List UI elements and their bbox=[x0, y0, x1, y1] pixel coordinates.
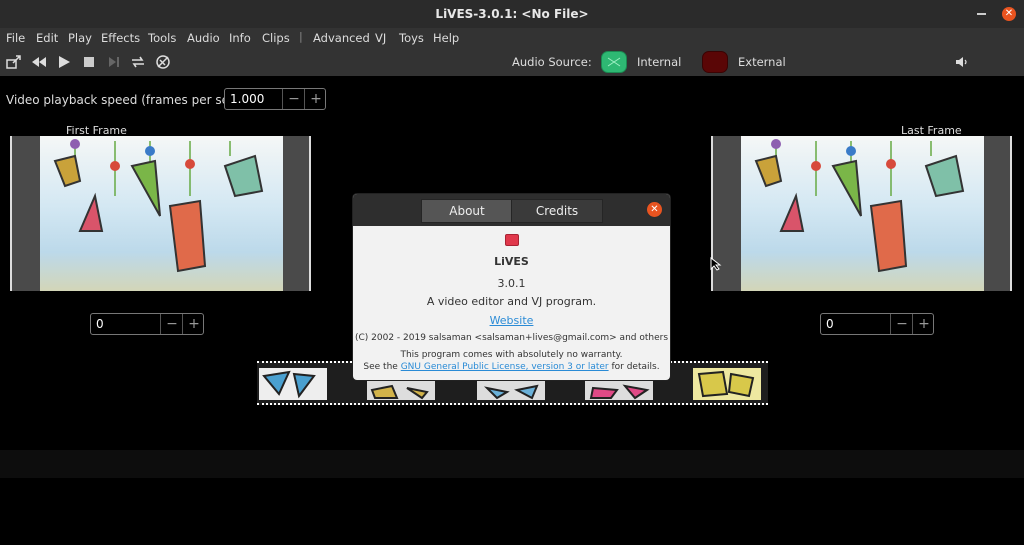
playback-speed-spinner[interactable]: 1.000 − + bbox=[224, 88, 326, 110]
last-frame-image bbox=[741, 136, 984, 291]
app-version: 3.0.1 bbox=[497, 277, 526, 290]
mute-effect-icon[interactable] bbox=[155, 54, 171, 70]
toolbar: Audio Source: Internal External bbox=[0, 48, 1024, 76]
menu-file[interactable]: File bbox=[6, 31, 25, 45]
window-title: LiVES-3.0.1: <No File> bbox=[435, 7, 589, 21]
first-frame-value[interactable]: 0 bbox=[96, 317, 104, 331]
status-area bbox=[0, 450, 1024, 478]
warranty-text: This program comes with absolutely no wa… bbox=[400, 350, 623, 360]
stop-icon[interactable] bbox=[81, 54, 97, 70]
menu-tools[interactable]: Tools bbox=[148, 31, 176, 45]
loop-icon[interactable] bbox=[130, 54, 146, 70]
app-name: LiVES bbox=[494, 255, 529, 268]
license-link[interactable]: GNU General Public License, version 3 or… bbox=[401, 362, 609, 372]
menu-help[interactable]: Help bbox=[433, 31, 459, 45]
first-frame-decrement-button[interactable]: − bbox=[160, 314, 183, 334]
speed-decrement-button[interactable]: − bbox=[282, 89, 305, 109]
menu-bar: File Edit Play Effects Tools Audio Info … bbox=[0, 28, 1024, 48]
tab-about[interactable]: About bbox=[421, 199, 513, 223]
last-frame-value[interactable]: 0 bbox=[826, 317, 834, 331]
film-frame bbox=[693, 368, 761, 400]
internal-label: Internal bbox=[637, 55, 682, 69]
skip-end-icon[interactable] bbox=[106, 54, 122, 70]
title-bar: LiVES-3.0.1: <No File> ✕ bbox=[0, 0, 1024, 29]
last-frame-decrement-button[interactable]: − bbox=[890, 314, 913, 334]
play-icon[interactable] bbox=[56, 54, 72, 70]
first-frame-increment-button[interactable]: + bbox=[182, 314, 205, 334]
mouse-cursor-icon bbox=[710, 257, 722, 271]
film-frame bbox=[259, 368, 327, 400]
window-close-button[interactable]: ✕ bbox=[1002, 7, 1016, 21]
about-dialog: About Credits ✕ LiVES 3.0.1 A video edit… bbox=[353, 194, 670, 380]
separate-window-icon[interactable] bbox=[6, 54, 22, 70]
rewind-icon[interactable] bbox=[31, 54, 47, 70]
license-line: See the GNU General Public License, vers… bbox=[353, 362, 670, 372]
first-frame-image bbox=[40, 136, 283, 291]
first-frame-preview bbox=[10, 136, 311, 291]
menu-effects[interactable]: Effects bbox=[101, 31, 140, 45]
menu-audio[interactable]: Audio bbox=[187, 31, 220, 45]
internal-audio-toggle[interactable] bbox=[601, 51, 627, 73]
menu-play[interactable]: Play bbox=[68, 31, 92, 45]
external-audio-toggle[interactable] bbox=[702, 51, 728, 73]
tab-credits[interactable]: Credits bbox=[511, 199, 603, 223]
playback-speed-value[interactable]: 1.000 bbox=[230, 92, 264, 106]
internal-audio-icon bbox=[607, 57, 621, 67]
last-frame-increment-button[interactable]: + bbox=[912, 314, 935, 334]
menu-vj[interactable]: VJ bbox=[375, 31, 386, 45]
dialog-close-button[interactable]: ✕ bbox=[647, 202, 662, 217]
license-suffix: for details. bbox=[611, 362, 660, 372]
menu-toys[interactable]: Toys bbox=[399, 31, 424, 45]
menu-separator: | bbox=[299, 30, 303, 43]
menu-advanced[interactable]: Advanced bbox=[313, 31, 370, 45]
last-frame-spinner[interactable]: 0 − + bbox=[820, 313, 934, 335]
speed-increment-button[interactable]: + bbox=[304, 89, 327, 109]
menu-clips[interactable]: Clips bbox=[262, 31, 290, 45]
last-frame-preview bbox=[711, 136, 1012, 291]
menu-info[interactable]: Info bbox=[229, 31, 251, 45]
website-link[interactable]: Website bbox=[490, 314, 534, 327]
minimize-icon[interactable] bbox=[977, 13, 986, 15]
speaker-icon[interactable] bbox=[955, 55, 969, 69]
lives-logo-icon bbox=[505, 234, 519, 246]
menu-edit[interactable]: Edit bbox=[36, 31, 58, 45]
audio-source-label: Audio Source: bbox=[512, 55, 592, 69]
license-prefix: See the bbox=[363, 362, 398, 372]
app-description: A video editor and VJ program. bbox=[426, 295, 597, 308]
about-dialog-header: About Credits ✕ bbox=[353, 194, 670, 226]
copyright-text: (C) 2002 - 2019 salsaman <salsaman+lives… bbox=[354, 333, 669, 343]
first-frame-spinner[interactable]: 0 − + bbox=[90, 313, 204, 335]
external-label: External bbox=[738, 55, 786, 69]
